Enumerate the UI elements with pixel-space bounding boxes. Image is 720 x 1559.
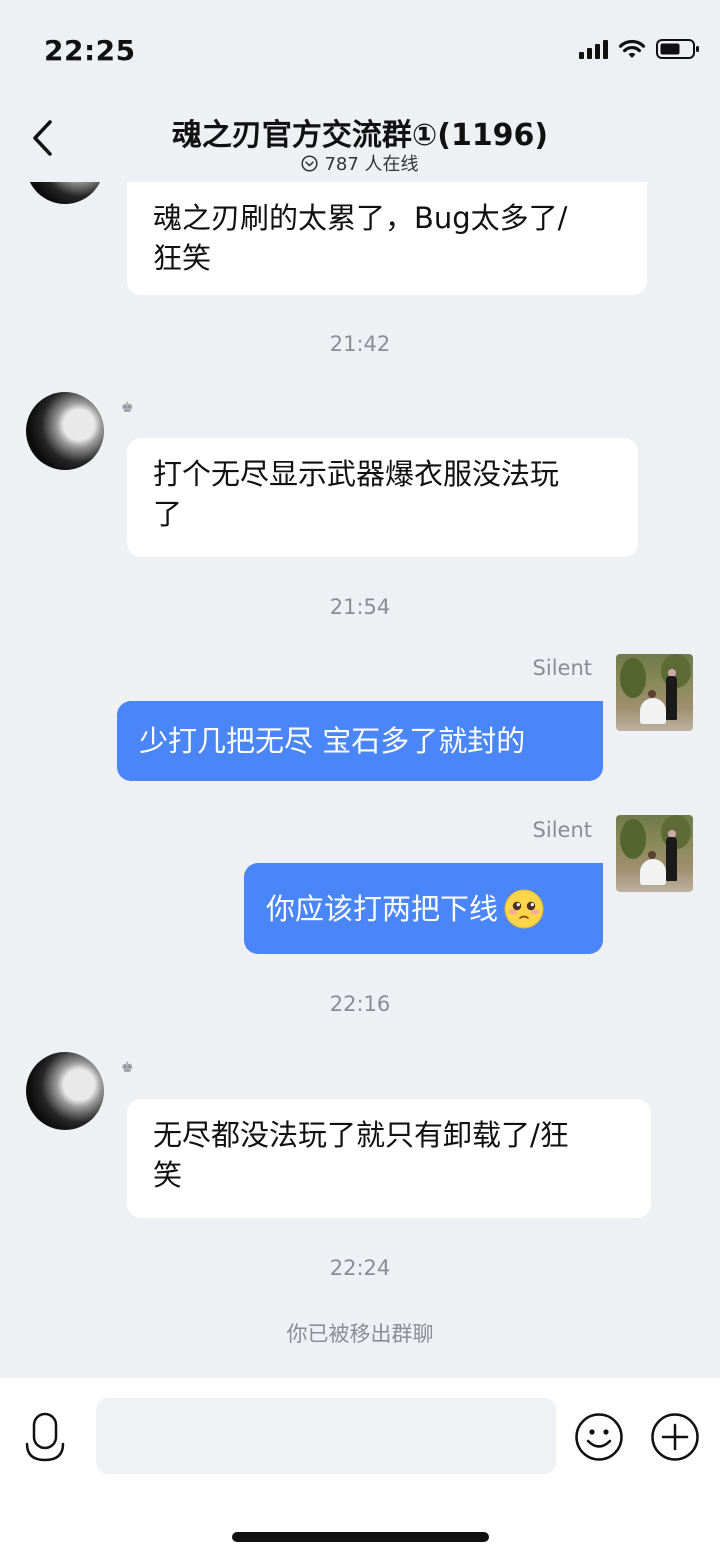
wifi-icon — [618, 39, 646, 58]
outgoing-message-bubble[interactable]: 少打几把无尽 宝石多了就封的 — [117, 701, 603, 781]
plus-circle-icon — [651, 1413, 699, 1461]
my-avatar[interactable] — [616, 815, 693, 892]
message-text-line: 无尽都没法玩了就只有卸载了/狂 — [153, 1118, 569, 1152]
chat-title[interactable]: 魂之刃官方交流群①(1196) — [0, 110, 720, 154]
sender-avatar[interactable] — [26, 392, 104, 470]
status-bar: 22:25 — [0, 0, 720, 100]
microphone-icon — [25, 1412, 65, 1462]
sender-avatar[interactable] — [26, 1052, 104, 1130]
timestamp: 21:54 — [329, 595, 391, 619]
battery-icon — [656, 39, 699, 59]
timestamp: 21:42 — [329, 332, 391, 356]
sender-name: Silent — [532, 656, 592, 680]
message-text-line: 笑 — [153, 1158, 183, 1192]
incoming-message-bubble[interactable]: 无尽都没法玩了就只有卸载了/狂 笑 — [127, 1099, 651, 1218]
incoming-message-bubble[interactable]: 打个无尽显示武器爆衣服没法玩 了 — [127, 438, 638, 557]
cellular-signal-icon — [579, 39, 608, 59]
message-text-line: 打个无尽显示武器爆衣服没法玩 — [153, 457, 560, 491]
outgoing-message-bubble[interactable]: 你应该打两把下线 — [244, 863, 603, 954]
message-list[interactable]: 魂之刃刷的太累了，Bug太多了/ 狂笑 21:42 ♚ 打个无尽显示武器爆衣服没… — [0, 182, 720, 1378]
plus-button[interactable] — [650, 1412, 700, 1462]
timestamp: 22:16 — [329, 992, 391, 1016]
message-text-line: 了 — [153, 497, 183, 531]
online-count: 787 人在线 — [324, 154, 419, 175]
message-text: 少打几把无尽 宝石多了就封的 — [139, 724, 526, 758]
online-status[interactable]: 787 人在线 — [0, 150, 720, 176]
message-text-line: 魂之刃刷的太累了，Bug太多了/ — [153, 201, 568, 235]
my-avatar[interactable] — [616, 654, 693, 731]
sender-avatar[interactable] — [26, 182, 104, 204]
voice-button[interactable] — [22, 1410, 72, 1466]
smiley-icon — [575, 1413, 623, 1461]
message-text-line: 狂笑 — [153, 241, 212, 275]
status-time: 22:25 — [44, 34, 136, 67]
incoming-message-bubble[interactable]: 魂之刃刷的太累了，Bug太多了/ 狂笑 — [127, 182, 647, 295]
sender-name: Silent — [532, 818, 592, 842]
home-indicator[interactable] — [232, 1532, 489, 1542]
message-input[interactable] — [96, 1398, 556, 1474]
chat-header: 魂之刃官方交流群①(1196) 787 人在线 — [0, 100, 720, 182]
crown-icon: ♚ — [121, 1060, 134, 1076]
timestamp: 22:24 — [329, 1256, 391, 1280]
chevron-down-circle-icon — [301, 154, 319, 172]
system-notice: 你已被移出群聊 — [286, 1322, 434, 1346]
status-icons — [579, 38, 700, 60]
message-text: 你应该打两把下线 — [266, 891, 499, 926]
emoji-button[interactable] — [574, 1412, 624, 1462]
crown-icon: ♚ — [121, 400, 134, 416]
pleading-face-emoji-icon — [504, 889, 544, 928]
